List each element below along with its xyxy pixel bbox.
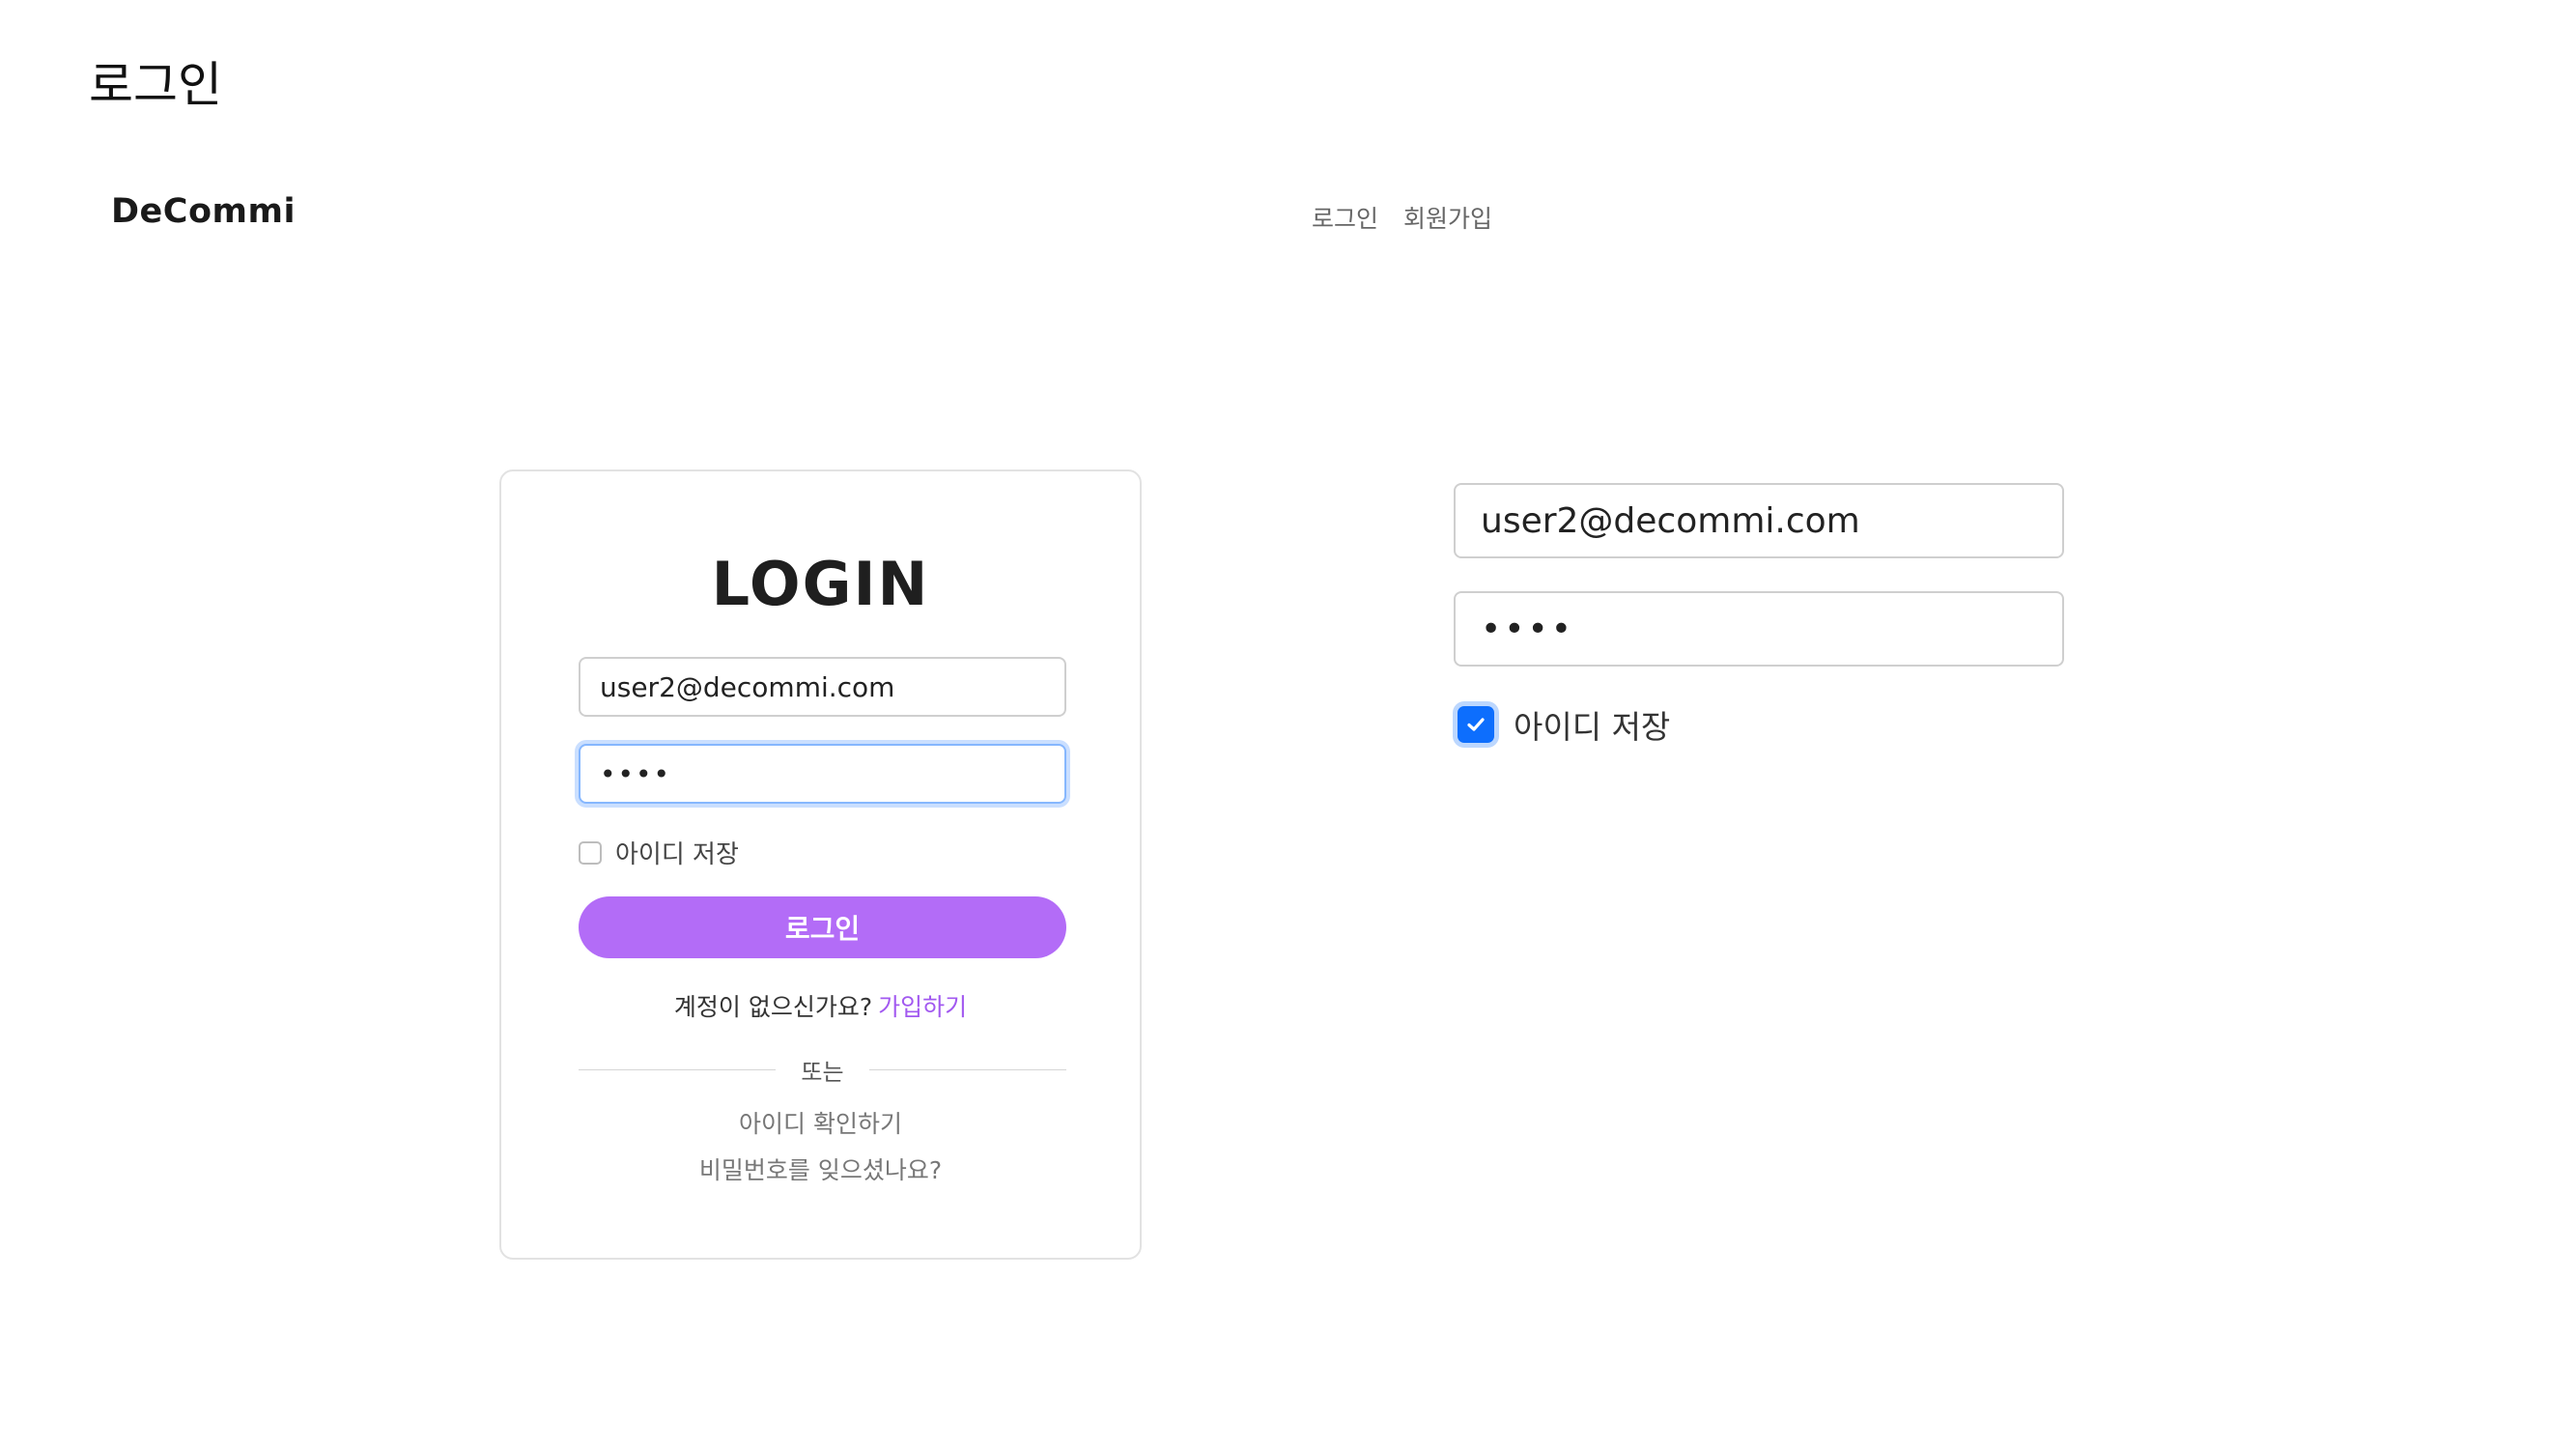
checkmark-icon [1467, 718, 1485, 731]
login-button[interactable]: 로그인 [579, 896, 1066, 958]
forgot-password-link[interactable]: 비밀번호를 잊으셨나요? [501, 1151, 1140, 1186]
divider-line-left [579, 1068, 777, 1070]
page-heading: 로그인 [89, 57, 222, 113]
signup-prompt-row: 계정이 없으신가요? 가입하기 [501, 988, 1140, 1023]
signup-prompt-text: 계정이 없으신가요? [673, 993, 873, 1021]
nav-link-signup[interactable]: 회원가입 [1403, 200, 1492, 235]
zoom-remember-id-checkbox[interactable] [1458, 706, 1494, 743]
nav-link-login[interactable]: 로그인 [1312, 200, 1378, 235]
divider-text: 또는 [801, 1058, 844, 1086]
login-card: LOGIN 아이디 저장 로그인 계정이 없으신가요?가입하기 또는 아이디 확… [499, 469, 1142, 1260]
nav-links: 로그인 회원가입 [1312, 200, 1492, 235]
email-input[interactable] [579, 657, 1066, 717]
find-id-link[interactable]: 아이디 확인하기 [501, 1105, 1140, 1140]
zoom-detail-panel: 아이디 저장 [1454, 483, 2072, 773]
divider-line-right [868, 1068, 1067, 1070]
remember-id-label: 아이디 저장 [615, 840, 739, 869]
signup-link[interactable]: 가입하기 [878, 993, 967, 1021]
remember-id-checkbox[interactable] [579, 840, 602, 865]
card-title: LOGIN [711, 549, 930, 619]
logo[interactable]: DeCommi [111, 192, 296, 231]
or-divider: 또는 [579, 1055, 1067, 1086]
zoom-email-input[interactable] [1454, 483, 2064, 558]
remember-id-row[interactable]: 아이디 저장 [579, 835, 739, 870]
zoom-remember-id-row[interactable]: 아이디 저장 [1454, 701, 1670, 748]
navbar: DeCommi 로그인 회원가입 [0, 188, 2576, 242]
zoom-remember-id-label: 아이디 저장 [1514, 708, 1671, 746]
zoom-password-input[interactable] [1454, 591, 2064, 667]
password-input[interactable] [579, 744, 1066, 804]
